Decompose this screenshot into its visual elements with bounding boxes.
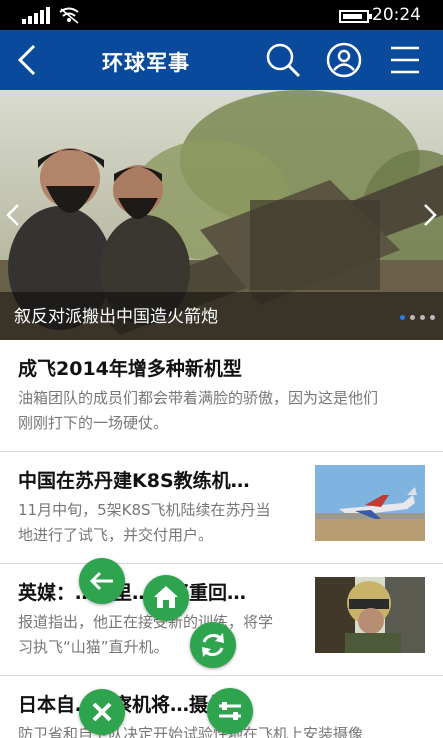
slide-dot[interactable] bbox=[430, 315, 435, 320]
page-title: 环球军事 bbox=[102, 51, 190, 75]
status-time: 20:24 bbox=[372, 5, 421, 25]
article-list: 成飞2014年增多种新机型 油箱团队的成员们都会带着满脸的骄傲，因为这是他们 刚… bbox=[0, 340, 443, 738]
home-button[interactable] bbox=[143, 575, 189, 621]
chevron-right-icon[interactable] bbox=[420, 202, 440, 228]
article-summary: 油箱团队的成员们都会带着满脸的骄傲，因为这是他们 刚刚打下的一场硬仗。 bbox=[18, 386, 428, 436]
article-summary-line: 地进行了试飞，并交付用户。 bbox=[18, 526, 214, 544]
wifi-icon bbox=[59, 7, 79, 24]
hero-caption[interactable]: 叙反对派搬出中国造火箭炮 bbox=[14, 302, 218, 327]
search-icon[interactable] bbox=[264, 41, 302, 79]
refresh-button[interactable] bbox=[190, 622, 236, 668]
sliders-icon bbox=[219, 702, 241, 720]
status-bar: 20:24 bbox=[0, 0, 443, 30]
article-summary: 11月中旬，5架K8S飞机陆续在苏丹当 地进行了试飞，并交付用户。 bbox=[18, 498, 303, 548]
slide-dot[interactable] bbox=[400, 315, 405, 320]
article-thumbnail bbox=[315, 577, 425, 653]
close-icon bbox=[92, 702, 112, 722]
slide-dot[interactable] bbox=[410, 315, 415, 320]
article-summary-line: 油箱团队的成员们都会带着满脸的骄傲，因为这是他们 bbox=[18, 389, 379, 407]
hero-slider[interactable]: 叙反对派搬出中国造火箭炮 bbox=[0, 90, 443, 340]
article-thumbnail bbox=[315, 465, 425, 541]
list-item[interactable]: 成飞2014年增多种新机型 油箱团队的成员们都会带着满脸的骄傲，因为这是他们 刚… bbox=[0, 340, 443, 452]
battery-icon bbox=[339, 10, 372, 23]
back-button[interactable] bbox=[79, 558, 125, 604]
slide-dot[interactable] bbox=[420, 315, 425, 320]
article-summary-line: 习执飞“山猫”直升机。 bbox=[18, 638, 169, 656]
close-button[interactable] bbox=[79, 689, 125, 735]
screen: 20:24 环球军事 叙反对派搬出中国造火箭炮 成飞2014年增多种新机型 油箱… bbox=[0, 0, 443, 738]
article-summary-line: 11月中旬，5架K8S飞机陆续在苏丹当 bbox=[18, 501, 271, 519]
list-item[interactable]: 中国在苏丹建K8S教练机… 11月中旬，5架K8S飞机陆续在苏丹当 地进行了试飞… bbox=[0, 452, 443, 564]
chevron-left-icon[interactable] bbox=[3, 202, 23, 228]
app-header: 环球军事 bbox=[0, 30, 443, 90]
home-icon bbox=[154, 586, 178, 608]
arrow-left-icon bbox=[89, 571, 113, 591]
article-title: 成飞2014年增多种新机型 bbox=[18, 358, 242, 380]
signal-icon bbox=[22, 7, 50, 24]
article-title: 中国在苏丹建K8S教练机… bbox=[18, 470, 250, 492]
user-icon[interactable] bbox=[325, 41, 363, 79]
article-summary-line: 刚刚打下的一场硬仗。 bbox=[18, 414, 169, 432]
menu-icon[interactable] bbox=[387, 41, 425, 79]
refresh-icon bbox=[202, 633, 224, 657]
settings-button[interactable] bbox=[207, 688, 253, 734]
slide-indicator bbox=[400, 315, 435, 320]
